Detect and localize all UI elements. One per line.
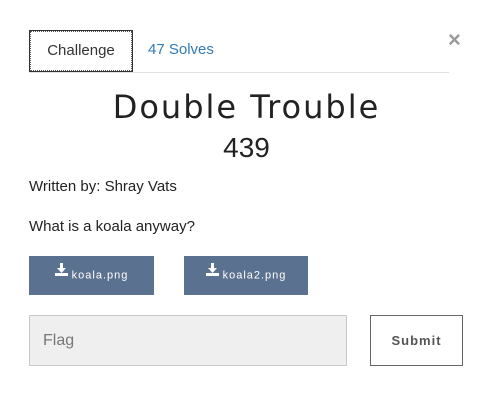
flag-input[interactable] [29,315,347,366]
challenge-value: 439 [223,132,270,163]
submit-button[interactable]: Submit [370,315,463,366]
challenge-tabs: Challenge 47 Solves [29,30,449,73]
file-name: koala2.png [222,269,287,282]
close-icon[interactable]: × [448,28,461,52]
challenge-title: Double Trouble [112,88,381,126]
challenge-author: Written by: Shray Vats [29,178,177,195]
tab-solves[interactable]: 47 Solves [148,30,214,72]
file-name: koala.png [71,269,129,282]
file-download-button[interactable]: koala.png [29,256,154,295]
download-icon [205,254,219,293]
tab-challenge[interactable]: Challenge [29,30,133,72]
challenge-description: What is a koala anyway? [29,218,195,235]
challenge-modal: Challenge 47 Solves × Double Trouble 439… [0,0,493,415]
file-download-button[interactable]: koala2.png [184,256,308,295]
download-icon [54,254,68,293]
